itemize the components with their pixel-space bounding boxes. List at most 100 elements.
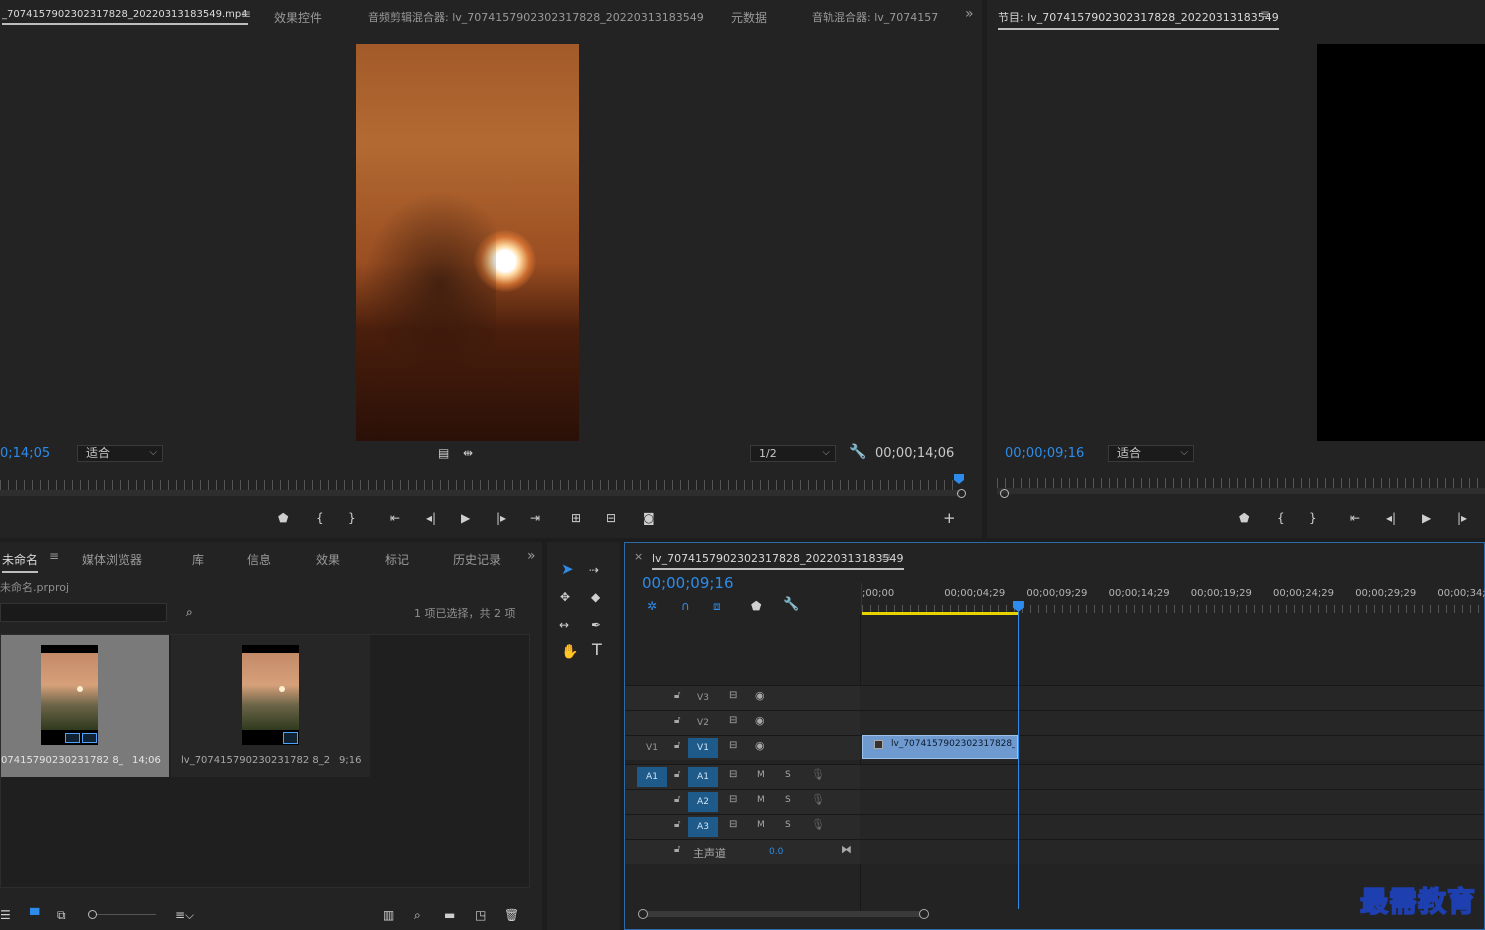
- program-go-to-in-icon[interactable]: ⇤: [1350, 511, 1360, 525]
- timeline-ruler[interactable]: ;00;00 00;00;04;29 00;00;09;29 00;00;14;29 0…: [861, 583, 1485, 615]
- timeline-title[interactable]: lv_7074157902302317828_20220313183549: [652, 552, 904, 570]
- icon-view-icon[interactable]: ▀: [30, 908, 39, 922]
- program-step-forward-icon[interactable]: |▸: [1457, 511, 1467, 525]
- tab-metadata[interactable]: 元数据: [731, 9, 767, 26]
- lock-icon[interactable]: 🔓︎: [674, 740, 680, 751]
- master-lock-icon[interactable]: 🔓︎: [674, 844, 680, 855]
- sync-lock-icon[interactable]: ⊟: [729, 715, 737, 726]
- timeline-clip[interactable]: lv_7074157902302317828_20: [862, 735, 1018, 759]
- step-back-icon[interactable]: ◂|: [426, 511, 436, 525]
- source-timecode-left[interactable]: 0;14;05: [0, 446, 50, 461]
- track-select-tool-icon[interactable]: ⇢: [589, 563, 599, 577]
- sync-lock-icon[interactable]: ⊟: [729, 769, 737, 780]
- scroll-handle-left[interactable]: [638, 909, 648, 919]
- program-scrub-bar[interactable]: [997, 488, 1485, 494]
- video-track[interactable]: 🔓︎ V2 ⊟ ◉: [625, 710, 1484, 735]
- timeline-close-icon[interactable]: ×: [634, 550, 643, 563]
- source-fit-dropdown[interactable]: 适合: [77, 445, 163, 462]
- source-patch[interactable]: V1: [637, 738, 667, 758]
- zoom-slider-handle[interactable]: [88, 910, 97, 919]
- video-track[interactable]: V1 🔓︎ V1 ⊟ ◉: [625, 735, 1484, 760]
- play-icon[interactable]: ▶: [461, 511, 470, 525]
- sync-lock-icon[interactable]: ⊟: [729, 794, 737, 805]
- microphone-icon[interactable]: 🎙︎: [811, 818, 825, 831]
- mark-in-icon[interactable]: {: [316, 511, 324, 525]
- timeline-menu-icon[interactable]: ≡: [881, 550, 891, 564]
- camera-icon[interactable]: ◙: [643, 511, 655, 525]
- add-marker-timeline-icon[interactable]: ⬟: [751, 599, 761, 613]
- source-patch[interactable]: A1: [637, 767, 667, 787]
- overwrite-icon[interactable]: ⊟: [606, 511, 616, 525]
- hand-tool-icon[interactable]: ✋: [561, 645, 578, 659]
- freeform-view-icon[interactable]: ⧉: [57, 908, 66, 922]
- lock-icon[interactable]: 🔓︎: [674, 819, 680, 830]
- track-target[interactable]: V1: [688, 738, 718, 758]
- track-target[interactable]: A3: [688, 817, 718, 837]
- project-item-2[interactable]: lv_707415790230231782 8_2... 9;16: [171, 635, 370, 777]
- automate-icon[interactable]: ▥: [383, 908, 394, 922]
- track-target[interactable]: A2: [688, 792, 718, 812]
- type-tool-icon[interactable]: T: [592, 642, 602, 658]
- source-zoom-handle[interactable]: [957, 489, 966, 498]
- sort-icon[interactable]: ≡⌵: [175, 908, 194, 922]
- export-frame-icon[interactable]: ▤: [438, 446, 449, 460]
- lock-icon[interactable]: 🔓︎: [674, 794, 680, 805]
- source-menu-icon[interactable]: ≡: [241, 7, 251, 21]
- tab-info[interactable]: 信息: [247, 551, 271, 568]
- microphone-icon[interactable]: 🎙︎: [811, 768, 825, 781]
- add-marker-icon[interactable]: ⬟: [278, 511, 288, 525]
- tab-audio-track-mixer[interactable]: 音轨混合器: lv_7074157: [812, 9, 942, 25]
- project-menu-icon[interactable]: ≡: [49, 549, 59, 563]
- audio-track[interactable]: 🔓︎ A2 ⊟ M S 🎙︎: [625, 789, 1484, 814]
- mute-button[interactable]: M: [757, 820, 765, 830]
- program-add-marker-icon[interactable]: ⬟: [1239, 511, 1249, 525]
- snap-icon[interactable]: ∩: [681, 599, 690, 613]
- solo-button[interactable]: S: [785, 795, 791, 805]
- master-volume[interactable]: 0.0: [769, 847, 783, 857]
- tab-source-clip[interactable]: _7074157902302317828_20220313183549.mp4: [2, 9, 248, 25]
- tab-audio-clip-mixer[interactable]: 音频剪辑混合器: lv_7074157902302317828_20220313…: [368, 9, 704, 25]
- timeline-timecode[interactable]: 00;00;09;16: [642, 574, 734, 592]
- eye-icon[interactable]: ◉: [755, 739, 765, 752]
- program-mark-in-icon[interactable]: {: [1277, 511, 1285, 525]
- eye-icon[interactable]: ◉: [755, 714, 765, 727]
- timeline-horizontal-scrollbar[interactable]: [641, 911, 925, 917]
- drag-video-icon[interactable]: ⇹: [463, 446, 473, 460]
- step-forward-icon[interactable]: |▸: [496, 511, 506, 525]
- lock-icon[interactable]: 🔓︎: [674, 769, 680, 780]
- project-item-1[interactable]: 07415790230231782 8_... 14;06: [1, 635, 169, 777]
- scroll-handle-right[interactable]: [919, 909, 929, 919]
- trash-icon[interactable]: 🗑: [504, 908, 519, 922]
- insert-icon[interactable]: ⊞: [571, 511, 581, 525]
- solo-button[interactable]: S: [785, 770, 791, 780]
- track-target[interactable]: V2: [688, 713, 718, 733]
- pen-tool-icon[interactable]: ✒: [591, 618, 601, 632]
- sync-lock-icon[interactable]: ⊟: [729, 690, 737, 701]
- source-time-ruler[interactable]: [0, 480, 960, 490]
- tab-effect-controls[interactable]: 效果控件: [274, 9, 322, 26]
- find-icon[interactable]: ⌕: [414, 908, 421, 922]
- add-button-icon[interactable]: +: [943, 511, 956, 526]
- track-target[interactable]: V3: [688, 688, 718, 708]
- slip-tool-icon[interactable]: ↔: [559, 618, 569, 632]
- microphone-icon[interactable]: 🎙︎: [811, 793, 825, 806]
- new-bin-icon[interactable]: ▬: [444, 908, 455, 922]
- sync-lock-icon[interactable]: ⊟: [729, 740, 737, 751]
- wrench-icon[interactable]: 🔧: [849, 445, 866, 459]
- zoom-slider[interactable]: [92, 914, 156, 915]
- resolution-dropdown[interactable]: 1/2: [750, 445, 836, 462]
- nest-icon[interactable]: ✲: [647, 599, 657, 613]
- new-bin-search-icon[interactable]: ⌕: [186, 605, 193, 619]
- linked-selection-icon[interactable]: ⧈: [713, 599, 721, 613]
- project-overflow-icon[interactable]: »: [527, 548, 536, 564]
- program-step-back-icon[interactable]: ◂|: [1386, 511, 1396, 525]
- tab-libraries[interactable]: 库: [192, 551, 204, 568]
- overflow-icon[interactable]: »: [965, 6, 974, 22]
- go-to-in-icon[interactable]: ⇤: [390, 511, 400, 525]
- settings-wrench-icon[interactable]: 🔧: [783, 598, 799, 612]
- source-scrub-bar[interactable]: [0, 490, 960, 496]
- mark-out-icon[interactable]: }: [348, 511, 356, 525]
- program-menu-icon[interactable]: ≡: [1260, 7, 1270, 21]
- selection-tool-icon[interactable]: ➤: [561, 562, 574, 577]
- program-mark-out-icon[interactable]: }: [1309, 511, 1317, 525]
